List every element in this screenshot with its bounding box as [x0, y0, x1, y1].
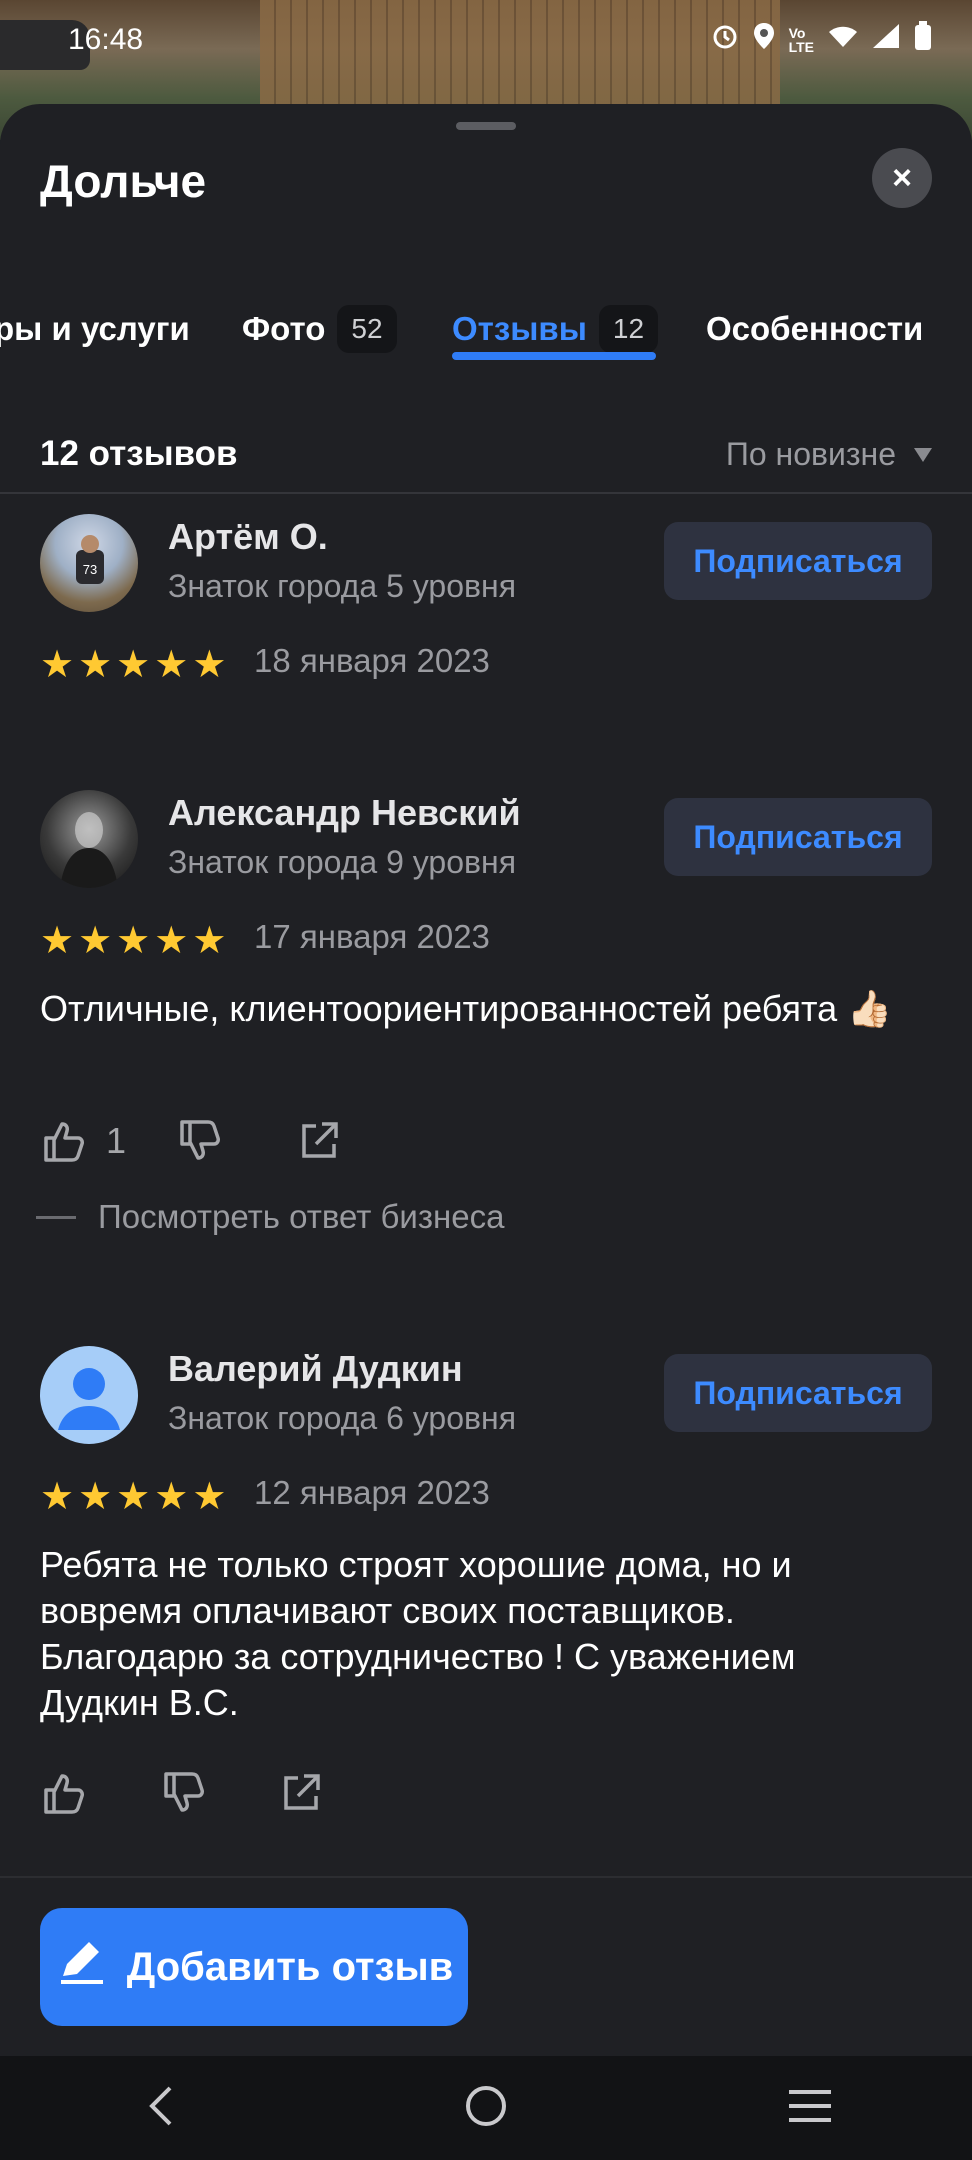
like-button[interactable] — [40, 1768, 90, 1818]
review-text: Ребята не только строят хорошие дома, но… — [40, 1544, 796, 1723]
dislike-button[interactable] — [176, 1116, 226, 1166]
share-icon — [278, 1770, 324, 1816]
reviews-count: 12 отзывов — [40, 434, 238, 473]
signal-icon — [872, 23, 900, 57]
rating-stars: ★ ★ ★ ★ ★ — [40, 646, 226, 684]
status-bar: 16:48 Vo LTE — [0, 0, 972, 80]
sort-dropdown[interactable]: По новизне — [726, 436, 932, 473]
avatar[interactable]: 73 — [40, 514, 138, 612]
like-icon — [40, 1768, 90, 1818]
star-icon: ★ — [154, 1476, 189, 1518]
tab-count: 52 — [337, 305, 397, 353]
star-icon: ★ — [116, 920, 151, 962]
review-text: Отличные, клиентоориентированностей ребя… — [40, 988, 892, 1029]
subscribe-button[interactable]: Подписаться — [664, 798, 932, 876]
dislike-icon — [160, 1768, 210, 1818]
star-icon: ★ — [40, 920, 75, 962]
tab-goods-services[interactable]: ры и услуги — [0, 284, 190, 374]
back-icon — [144, 2084, 180, 2133]
svg-text:73: 73 — [83, 562, 97, 577]
home-button[interactable] — [426, 2083, 546, 2134]
close-icon: × — [892, 158, 912, 197]
avatar[interactable] — [40, 1346, 138, 1444]
dash-icon — [36, 1215, 76, 1219]
place-card-sheet: Дольче × ры и услуги Фото 52 Отзывы 12 Осо… — [0, 104, 972, 2056]
star-icon: ★ — [116, 1476, 151, 1518]
reviewer-name[interactable]: Валерий Дудкин — [168, 1348, 463, 1390]
reviewer-name[interactable]: Артём О. — [168, 516, 328, 558]
tab-features[interactable]: Особенности — [706, 284, 923, 374]
star-icon: ★ — [78, 1476, 113, 1518]
system-navigation-bar — [0, 2056, 972, 2160]
home-icon — [463, 2083, 509, 2134]
tabs-bar: ры и услуги Фото 52 Отзывы 12 Особенности — [0, 284, 972, 374]
subscribe-button[interactable]: Подписаться — [664, 1354, 932, 1432]
share-button[interactable] — [296, 1118, 342, 1164]
like-button[interactable]: 1 — [40, 1116, 126, 1166]
page-title: Дольче — [40, 155, 207, 207]
review-actions — [40, 1768, 324, 1818]
recents-button[interactable] — [750, 2088, 870, 2129]
bottom-action-bar: Добавить отзыв — [0, 1876, 972, 2056]
star-icon: ★ — [154, 920, 189, 962]
star-icon: ★ — [78, 644, 113, 686]
back-button[interactable] — [102, 2084, 222, 2133]
location-icon — [753, 22, 775, 58]
add-review-button[interactable]: Добавить отзыв — [40, 1908, 468, 2026]
battery-icon — [914, 21, 932, 59]
sort-arrow-icon — [914, 447, 932, 462]
share-icon — [296, 1118, 342, 1164]
reviews-header: 12 отзывов По новизне — [0, 404, 972, 494]
close-button[interactable]: × — [872, 148, 932, 208]
like-icon — [40, 1116, 90, 1166]
tab-reviews[interactable]: Отзывы 12 — [452, 284, 659, 374]
reviewer-level: Знаток города 6 уровня — [168, 1400, 517, 1436]
star-icon: ★ — [192, 1476, 227, 1518]
alarm-icon — [711, 22, 739, 58]
review-date: 17 января 2023 — [254, 918, 490, 955]
review-actions: 1 — [40, 1116, 342, 1166]
dislike-button[interactable] — [160, 1768, 210, 1818]
drag-handle[interactable] — [456, 122, 516, 130]
view-business-answer[interactable]: Посмотреть ответ бизнеса — [36, 1198, 504, 1236]
status-time: 16:48 — [68, 23, 144, 56]
avatar[interactable] — [40, 790, 138, 888]
pencil-icon — [55, 1936, 107, 1998]
review-date: 18 января 2023 — [254, 642, 490, 679]
tab-count: 12 — [598, 305, 659, 353]
star-icon: ★ — [154, 644, 189, 686]
subscribe-button[interactable]: Подписаться — [664, 522, 932, 600]
star-icon: ★ — [40, 644, 75, 686]
review-date: 12 января 2023 — [254, 1474, 490, 1511]
dislike-icon — [176, 1116, 226, 1166]
star-icon: ★ — [40, 1476, 75, 1518]
reviewer-name[interactable]: Александр Невский — [168, 792, 521, 834]
reviewer-level: Знаток города 9 уровня — [168, 844, 517, 880]
tab-photo[interactable]: Фото 52 — [242, 284, 397, 374]
star-icon: ★ — [116, 644, 151, 686]
rating-stars: ★ ★ ★ ★ ★ — [40, 1478, 226, 1516]
active-tab-indicator — [452, 352, 656, 360]
reviewer-level: Знаток города 5 уровня — [168, 568, 517, 604]
volte-icon: Vo LTE — [788, 25, 814, 55]
rating-stars: ★ ★ ★ ★ ★ — [40, 922, 226, 960]
share-button[interactable] — [278, 1770, 324, 1816]
star-icon: ★ — [192, 920, 227, 962]
star-icon: ★ — [78, 920, 113, 962]
star-icon: ★ — [192, 644, 227, 686]
like-count: 1 — [106, 1120, 127, 1161]
wifi-icon — [828, 23, 858, 57]
recents-icon — [787, 2088, 833, 2129]
